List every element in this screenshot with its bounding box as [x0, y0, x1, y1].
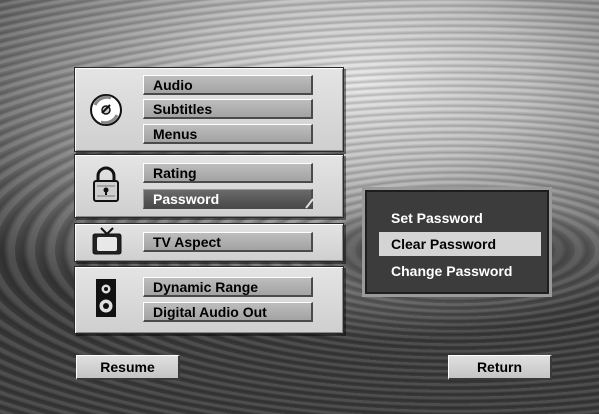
dynamic-range-button[interactable]: Dynamic Range [143, 277, 313, 297]
clear-password-option[interactable]: Clear Password [379, 232, 541, 256]
parental-control-panel: Rating Password [74, 154, 344, 218]
subtitles-button[interactable]: Subtitles [143, 99, 313, 119]
speaker-icon [95, 278, 117, 323]
resume-button[interactable]: Resume [76, 355, 180, 380]
tv-aspect-button[interactable]: TV Aspect [143, 232, 313, 252]
tv-settings-panel: TV Aspect [74, 223, 344, 262]
chevron-right-icon [305, 195, 315, 214]
digital-audio-out-button[interactable]: Digital Audio Out [143, 302, 313, 322]
dvd-setup-screen: Audio Subtitles Menus Rating Password TV… [0, 0, 599, 414]
disc-icon [89, 93, 123, 132]
audio-settings-panel: Audio Subtitles Menus [74, 67, 344, 152]
set-password-option[interactable]: Set Password [379, 206, 541, 230]
padlock-icon [91, 165, 121, 208]
return-button[interactable]: Return [448, 355, 552, 380]
password-submenu: Set Password Clear Password Change Passw… [362, 187, 552, 297]
tv-icon [91, 227, 123, 262]
password-button[interactable]: Password [143, 189, 313, 209]
change-password-option[interactable]: Change Password [379, 259, 541, 283]
menus-button[interactable]: Menus [143, 124, 313, 144]
speaker-settings-panel: Dynamic Range Digital Audio Out [74, 266, 344, 334]
rating-button[interactable]: Rating [143, 163, 313, 183]
audio-button[interactable]: Audio [143, 75, 313, 95]
